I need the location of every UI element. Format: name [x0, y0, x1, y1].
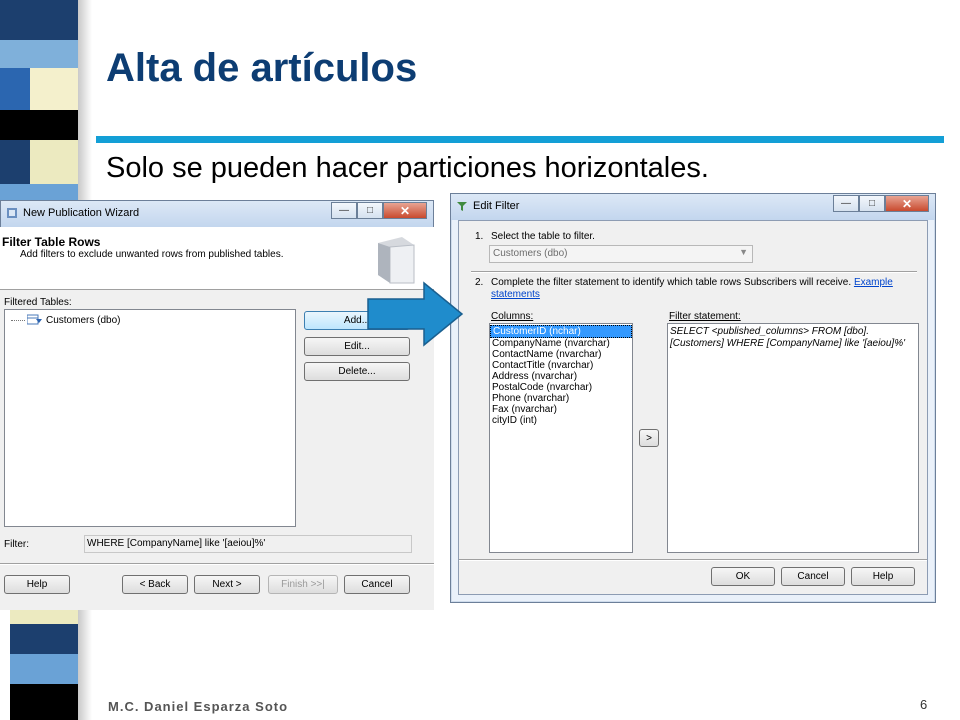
- filter-label: Filter:: [4, 539, 29, 550]
- column-item[interactable]: Phone (nvarchar): [490, 393, 632, 404]
- tree-item-customers[interactable]: Customers (dbo): [11, 314, 120, 326]
- filter-statement-editor[interactable]: SELECT <published_columns> FROM [dbo]. […: [667, 323, 919, 553]
- edit-filter-window: Edit Filter — □ ✕ 1. Select the table to…: [450, 193, 936, 603]
- filtered-tables-label: Filtered Tables:: [4, 297, 72, 308]
- filter-app-icon: [457, 202, 467, 211]
- tree-item-label: Customers (dbo): [46, 314, 121, 326]
- column-item-selected[interactable]: CustomerID (nchar): [490, 325, 632, 338]
- columns-list[interactable]: CustomerID (nchar) CompanyName (nvarchar…: [489, 323, 633, 553]
- filter-statement-label: Filter statement:: [669, 311, 741, 322]
- wizard-cancel-button[interactable]: Cancel: [344, 575, 410, 594]
- filter-statement-line-1: SELECT <published_columns> FROM [dbo].: [670, 326, 869, 337]
- column-item[interactable]: PostalCode (nvarchar): [490, 382, 632, 393]
- column-item[interactable]: ContactName (nvarchar): [490, 349, 632, 360]
- edit-filter-client: 1. Select the table to filter. Customers…: [458, 220, 928, 595]
- wizard-footer-separator: [0, 563, 434, 565]
- slide-title: Alta de artículos: [106, 46, 418, 90]
- wizard-help-button[interactable]: Help: [4, 575, 70, 594]
- edit-filter-titlebar[interactable]: Edit Filter — □ ✕: [451, 194, 935, 220]
- column-item[interactable]: ContactTitle (nvarchar): [490, 360, 632, 371]
- columns-label: Columns:: [491, 311, 534, 322]
- wizard-titlebar[interactable]: New Publication Wizard — □ ✕: [1, 201, 433, 227]
- step1-text: Select the table to filter.: [491, 231, 595, 242]
- wizard-title: New Publication Wizard: [23, 207, 140, 219]
- wizard-heading: Filter Table Rows: [2, 235, 101, 249]
- close-button[interactable]: ✕: [383, 202, 427, 219]
- table-select-value: Customers (dbo): [493, 248, 568, 259]
- table-filter-icon: [27, 314, 42, 325]
- edit-filter-help-button[interactable]: Help: [851, 567, 915, 586]
- title-rule: [96, 136, 944, 143]
- delete-filter-button[interactable]: Delete...: [304, 362, 410, 381]
- finish-button[interactable]: Finish >>|: [268, 575, 338, 594]
- step2-text: Complete the filter statement to identif…: [491, 277, 893, 288]
- filtered-tables-tree[interactable]: Customers (dbo): [4, 309, 296, 527]
- step2-number: 2.: [475, 277, 484, 288]
- step-separator: [471, 271, 917, 273]
- column-item[interactable]: CompanyName (nvarchar): [490, 338, 632, 349]
- edit-filter-title: Edit Filter: [473, 200, 520, 212]
- close-button[interactable]: ✕: [885, 195, 929, 212]
- column-item[interactable]: cityID (int): [490, 415, 632, 426]
- filter-value: WHERE [CompanyName] like '[aeiou]%': [87, 538, 266, 549]
- wizard-book-icon: [378, 237, 415, 284]
- edit-filter-cancel-button[interactable]: Cancel: [781, 567, 845, 586]
- filter-statement-line-2: [Customers] WHERE [CompanyName] like '[a…: [670, 338, 906, 349]
- next-button[interactable]: Next >: [194, 575, 260, 594]
- example-link[interactable]: Example: [854, 277, 893, 288]
- table-select[interactable]: Customers (dbo) ▼: [489, 245, 753, 263]
- footer-author: M.C. Daniel Esparza Soto: [108, 699, 289, 714]
- minimize-button[interactable]: —: [331, 202, 357, 219]
- column-item[interactable]: Address (nvarchar): [490, 371, 632, 382]
- column-item[interactable]: Fax (nvarchar): [490, 404, 632, 415]
- page-number: 6: [920, 697, 928, 712]
- insert-column-button[interactable]: >: [639, 429, 659, 447]
- tree-connector: [11, 319, 25, 321]
- minimize-button[interactable]: —: [833, 195, 859, 212]
- ok-button[interactable]: OK: [711, 567, 775, 586]
- step1-number: 1.: [475, 231, 484, 242]
- maximize-button[interactable]: □: [859, 195, 885, 212]
- step2-instruction: Complete the filter statement to identif…: [491, 277, 852, 288]
- dialog-footer-separator: [459, 559, 927, 561]
- back-button[interactable]: < Back: [122, 575, 188, 594]
- wizard-app-icon: [7, 208, 17, 218]
- slide-bullet: Solo se pueden hacer particiones horizon…: [106, 152, 709, 184]
- callout-arrow: [367, 281, 464, 347]
- maximize-button[interactable]: □: [357, 202, 383, 219]
- statements-link[interactable]: statements: [491, 289, 540, 300]
- new-publication-wizard-window: New Publication Wizard — □ ✕ Filter Tabl…: [0, 200, 434, 610]
- wizard-subheading: Add filters to exclude unwanted rows fro…: [20, 249, 284, 260]
- chevron-down-icon: ▼: [739, 247, 748, 257]
- filter-readonly-field: WHERE [CompanyName] like '[aeiou]%': [84, 535, 412, 553]
